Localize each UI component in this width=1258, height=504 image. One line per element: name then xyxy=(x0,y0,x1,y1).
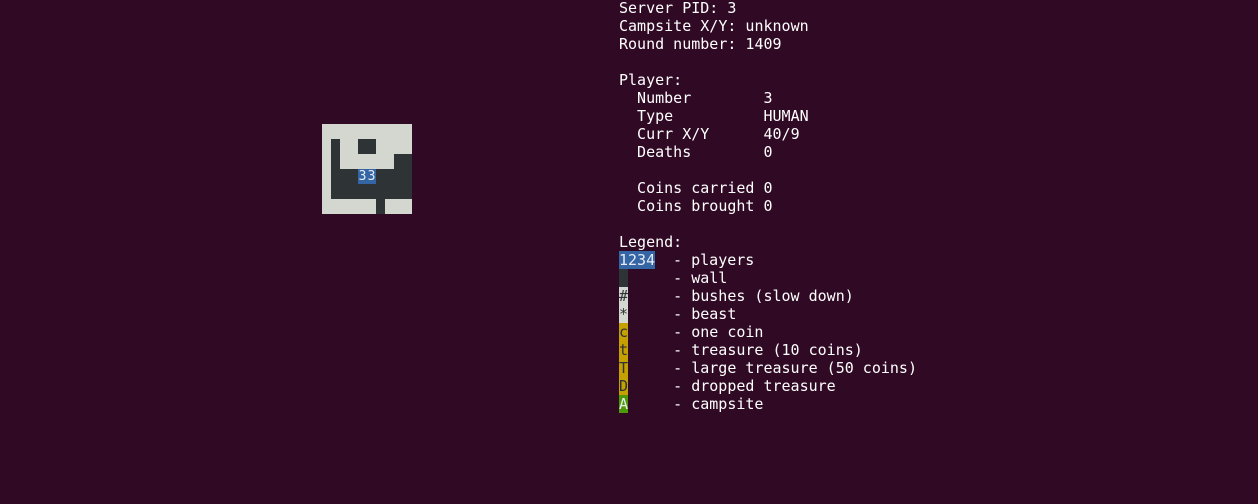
map-wall-cell xyxy=(385,169,394,184)
coins-carried: Coins carried 0 xyxy=(619,179,773,197)
map-floor-cell xyxy=(385,124,394,139)
map-floor-cell xyxy=(322,184,331,199)
map-wall-cell xyxy=(358,139,367,154)
map-floor-cell xyxy=(349,139,358,154)
map-player-cell: 3 xyxy=(367,169,376,184)
legend-label-treasure: - treasure (10 coins) xyxy=(628,341,863,359)
legend-label-players: - players xyxy=(655,251,755,269)
map-floor-cell xyxy=(340,124,349,139)
map-floor-cell xyxy=(394,199,403,214)
map-floor-cell xyxy=(331,199,340,214)
map-floor-cell xyxy=(322,154,331,169)
map-floor-cell xyxy=(403,124,412,139)
map-wall-cell xyxy=(394,184,403,199)
map-wall-cell xyxy=(349,169,358,184)
map-floor-cell xyxy=(340,139,349,154)
player-position: Curr X/Y 40/9 xyxy=(619,125,800,143)
map-floor-cell xyxy=(394,124,403,139)
map-floor-cell xyxy=(322,139,331,154)
map-floor-cell xyxy=(358,124,367,139)
map-wall-cell xyxy=(349,184,358,199)
map-floor-cell xyxy=(385,199,394,214)
map-floor-cell xyxy=(376,139,385,154)
server-pid: Server PID: 3 xyxy=(619,0,737,17)
map-floor-cell xyxy=(376,124,385,139)
map-wall-cell xyxy=(340,184,349,199)
map-wall-cell xyxy=(340,169,349,184)
map-floor-cell xyxy=(358,199,367,214)
map-floor-cell xyxy=(367,154,376,169)
player-deaths: Deaths 0 xyxy=(619,143,773,161)
map-floor-cell xyxy=(367,199,376,214)
legend-swatch-bushes: # xyxy=(619,287,629,305)
legend-swatch-campsite: A xyxy=(619,395,629,413)
map-wall-cell xyxy=(376,199,385,214)
legend-label-large-treasure: - large treasure (50 coins) xyxy=(628,359,917,377)
map-wall-cell xyxy=(376,169,385,184)
map-wall-cell xyxy=(331,154,340,169)
map-floor-cell xyxy=(349,199,358,214)
map-floor-cell xyxy=(358,154,367,169)
map-floor-cell xyxy=(322,169,331,184)
map-floor-cell xyxy=(403,199,412,214)
map-wall-cell xyxy=(385,184,394,199)
map-wall-cell xyxy=(376,184,385,199)
map-floor-cell xyxy=(322,199,331,214)
map-floor-cell xyxy=(394,139,403,154)
map-wall-cell xyxy=(367,184,376,199)
legend-swatch-dropped-treasure: D xyxy=(619,377,629,395)
map-wall-cell xyxy=(403,169,412,184)
map-floor-cell xyxy=(385,139,394,154)
legend-swatch-coin: c xyxy=(619,323,629,341)
map-floor-cell xyxy=(340,154,349,169)
round-number: Round number: 1409 xyxy=(619,35,782,53)
legend-swatch-treasure: t xyxy=(619,341,629,359)
map-wall-cell xyxy=(394,154,403,169)
legend-swatch-wall xyxy=(619,269,628,287)
legend-label-campsite: - campsite xyxy=(628,395,764,413)
legend-swatch-players: 1234 xyxy=(619,251,656,269)
map-floor-cell xyxy=(376,154,385,169)
map-wall-cell xyxy=(403,154,412,169)
map-floor-cell xyxy=(385,154,394,169)
game-map: 33 xyxy=(322,124,412,214)
map-player-cell: 3 xyxy=(358,169,367,184)
map-wall-cell xyxy=(331,169,340,184)
map-wall-cell xyxy=(358,184,367,199)
player-heading: Player: xyxy=(619,71,683,89)
legend-swatch-beast: * xyxy=(619,305,629,323)
legend-label-dropped-treasure: - dropped treasure xyxy=(628,377,836,395)
player-number: Number 3 xyxy=(619,89,773,107)
map-floor-cell xyxy=(331,124,340,139)
map-floor-cell xyxy=(349,124,358,139)
legend-swatch-large-treasure: T xyxy=(619,359,629,377)
map-wall-cell xyxy=(331,139,340,154)
map-floor-cell xyxy=(367,124,376,139)
player-type: Type HUMAN xyxy=(619,107,809,125)
legend-label-coin: - one coin xyxy=(628,323,764,341)
legend-label-wall: - wall xyxy=(628,269,728,287)
map-floor-cell xyxy=(349,154,358,169)
legend-heading: Legend: xyxy=(619,233,683,251)
map-wall-cell xyxy=(367,139,376,154)
map-floor-cell xyxy=(322,124,331,139)
campsite-coords: Campsite X/Y: unknown xyxy=(619,17,809,35)
map-wall-cell xyxy=(403,184,412,199)
map-wall-cell xyxy=(394,169,403,184)
legend-label-bushes: - bushes (slow down) xyxy=(628,287,854,305)
map-floor-cell xyxy=(340,199,349,214)
map-wall-cell xyxy=(331,184,340,199)
legend-label-beast: - beast xyxy=(628,305,737,323)
coins-brought: Coins brought 0 xyxy=(619,197,773,215)
map-floor-cell xyxy=(403,139,412,154)
